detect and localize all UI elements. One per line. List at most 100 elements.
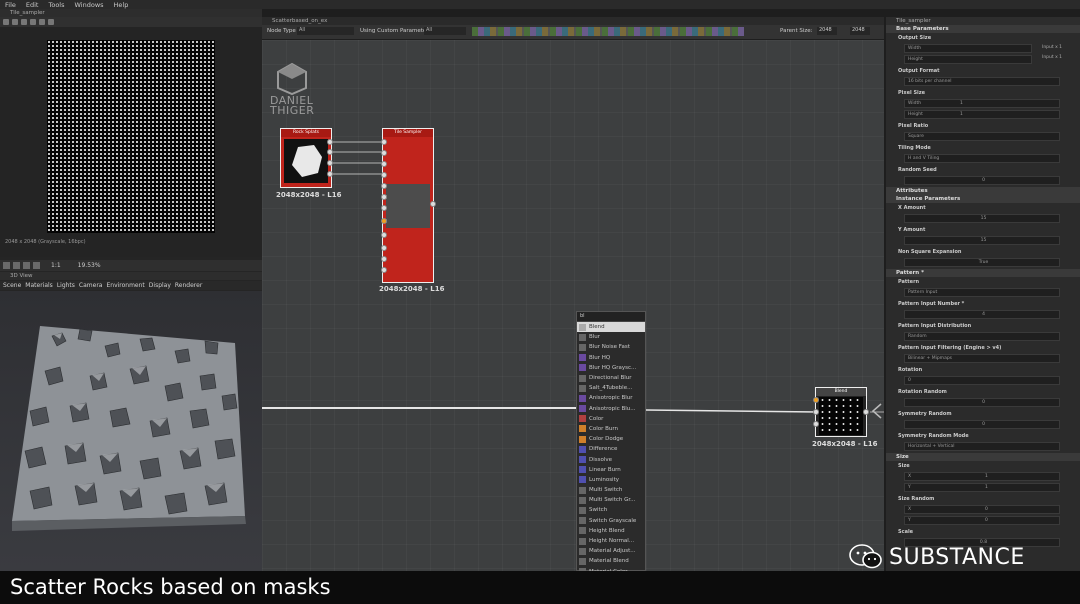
menu-edit[interactable]: Edit — [26, 1, 39, 9]
dropdown-item[interactable]: Color — [577, 414, 645, 424]
input-port[interactable] — [381, 205, 387, 211]
dropdown-item[interactable]: Blur — [577, 332, 645, 342]
output-port[interactable] — [327, 160, 333, 166]
section-attributes[interactable]: Attributes — [886, 187, 1080, 195]
menu-help[interactable]: Help — [114, 1, 129, 9]
node-filter-buttons[interactable] — [472, 27, 744, 36]
dropdown-item[interactable]: Blur Noise Fast — [577, 342, 645, 352]
input-port[interactable] — [381, 161, 387, 167]
fit-icon[interactable] — [3, 262, 10, 269]
output-port[interactable] — [430, 201, 436, 207]
param-field[interactable]: H and V Tiling — [904, 154, 1060, 163]
dropdown-item[interactable]: Multi Switch — [577, 485, 645, 495]
param-field[interactable]: Width 1 — [904, 99, 1060, 108]
dropdown-item[interactable]: Color Dodge — [577, 434, 645, 444]
param-field[interactable]: Height — [904, 55, 1032, 64]
dropdown-item[interactable]: Height Blend — [577, 526, 645, 536]
output-port[interactable] — [327, 139, 333, 145]
param-field[interactable]: X0 — [904, 505, 1060, 514]
param-field[interactable]: Pattern Input — [904, 288, 1060, 297]
dropdown-item[interactable]: Color Burn — [577, 424, 645, 434]
view3d-menu-materials[interactable]: Materials — [25, 282, 53, 289]
section-size[interactable]: Size — [886, 453, 1080, 461]
param-slider[interactable]: 0 — [904, 398, 1060, 407]
input-port[interactable] — [381, 150, 387, 156]
dropdown-item[interactable]: Dissolve — [577, 454, 645, 464]
input-port[interactable] — [381, 245, 387, 251]
dropdown-item[interactable]: Luminosity — [577, 475, 645, 485]
camera-icon[interactable] — [3, 19, 9, 25]
input-port[interactable] — [381, 267, 387, 273]
input-port[interactable] — [813, 421, 819, 427]
view3d-menu-camera[interactable]: Camera — [79, 282, 103, 289]
param-slider[interactable]: 0 — [904, 420, 1060, 429]
param-field[interactable]: Height 1 — [904, 110, 1060, 119]
view3d-menu-renderer[interactable]: Renderer — [175, 282, 202, 289]
dropdown-item[interactable]: Material Blend — [577, 556, 645, 566]
rock-splats-node[interactable]: Rock Splats — [280, 128, 332, 188]
output-port[interactable] — [327, 149, 333, 155]
param-field[interactable]: Square — [904, 132, 1060, 141]
param-field[interactable]: Bilinear + Mipmaps — [904, 354, 1060, 363]
dropdown-item[interactable]: Anisotropic Blu... — [577, 404, 645, 414]
view3d-menu-environment[interactable]: Environment — [106, 282, 144, 289]
zoom-level[interactable]: 19.53% — [78, 262, 101, 269]
input-port[interactable] — [381, 218, 387, 224]
input-port[interactable] — [381, 232, 387, 238]
node-search-dropdown[interactable]: bl Blend Blur Blur Noise Fast Blur HQ Bl… — [576, 311, 646, 576]
input-port[interactable] — [381, 172, 387, 178]
param-slider[interactable]: 15 — [904, 214, 1060, 223]
section-pattern[interactable]: Pattern * — [886, 269, 1080, 277]
output-port[interactable] — [327, 171, 333, 177]
param-field[interactable]: X1 — [904, 472, 1060, 481]
dropdown-item[interactable]: Linear Burn — [577, 465, 645, 475]
param-slider[interactable]: 0 — [904, 376, 1060, 385]
blend-node[interactable]: Blend — [815, 387, 867, 437]
section-instance-parameters[interactable]: Instance Parameters — [886, 195, 1080, 203]
dropdown-item[interactable]: Anisotropic Blur — [577, 393, 645, 403]
input-port[interactable] — [813, 409, 819, 415]
dropdown-item[interactable]: Difference — [577, 444, 645, 454]
param-field[interactable]: Y1 — [904, 483, 1060, 492]
input-port[interactable] — [381, 139, 387, 145]
histogram-icon[interactable] — [33, 262, 40, 269]
node-type-select[interactable]: All — [297, 27, 354, 35]
save-icon[interactable] — [12, 19, 18, 25]
dropdown-item[interactable]: Blur HQ — [577, 353, 645, 363]
section-base-parameters[interactable]: Base Parameters — [886, 25, 1080, 33]
input-port[interactable] — [381, 183, 387, 189]
menu-tools[interactable]: Tools — [48, 1, 64, 9]
param-field[interactable]: Horizontal + Vertical — [904, 442, 1060, 451]
view3d-menu-scene[interactable]: Scene — [3, 282, 21, 289]
grid-icon[interactable] — [30, 19, 36, 25]
param-field[interactable]: True — [904, 258, 1060, 267]
param-field[interactable]: 0 — [904, 176, 1060, 185]
param-field[interactable]: Random — [904, 332, 1060, 341]
view3d-viewport[interactable] — [0, 291, 262, 571]
param-field[interactable]: Width — [904, 44, 1032, 53]
menu-windows[interactable]: Windows — [75, 1, 104, 9]
dropdown-item[interactable]: Blend — [577, 322, 645, 333]
input-port[interactable] — [381, 194, 387, 200]
copy-icon[interactable] — [21, 19, 27, 25]
param-field[interactable]: Y0 — [904, 516, 1060, 525]
input-port[interactable] — [381, 256, 387, 262]
param-field[interactable]: 16 bits per channel — [904, 77, 1060, 86]
lock-icon[interactable] — [13, 262, 20, 269]
settings-icon[interactable] — [48, 19, 54, 25]
tile-sampler-node[interactable]: Tile Sampler — [382, 128, 434, 283]
input-port[interactable] — [813, 397, 819, 403]
dropdown-item[interactable]: Multi Switch Gr... — [577, 495, 645, 505]
graph-canvas[interactable]: DANIEL THIGER Rock Splats 2048x2048 - L1… — [262, 40, 884, 571]
alpha-icon[interactable] — [23, 262, 30, 269]
dropdown-item[interactable]: Switch Grayscale — [577, 516, 645, 526]
dropdown-item[interactable]: Blur HQ Graysc... — [577, 363, 645, 373]
view3d-menu-display[interactable]: Display — [149, 282, 171, 289]
dropdown-item[interactable]: Height Normal... — [577, 536, 645, 546]
view3d-menu-lights[interactable]: Lights — [57, 282, 75, 289]
param-slider[interactable]: 15 — [904, 236, 1060, 245]
node-search-input[interactable]: bl — [577, 312, 645, 322]
zoom-ratio[interactable]: 1:1 — [51, 262, 61, 269]
custom-params-select[interactable]: All — [424, 27, 466, 35]
size-select[interactable]: 2048 — [850, 27, 870, 35]
